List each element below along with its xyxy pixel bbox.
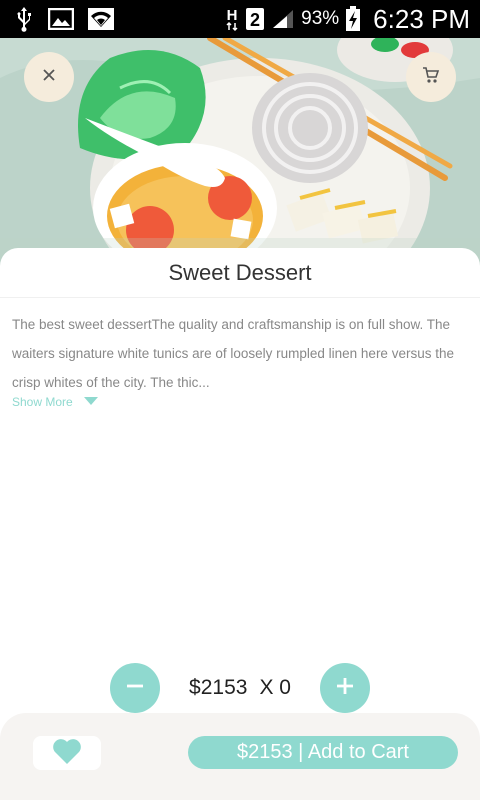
plus-icon: [336, 677, 354, 700]
network-h-icon: H: [225, 6, 239, 32]
show-more-label: Show More: [12, 395, 73, 409]
close-icon: [42, 68, 56, 87]
increase-quantity-button[interactable]: [320, 663, 370, 713]
image-icon: [48, 8, 74, 30]
add-to-cart-button[interactable]: $2153 | Add to Cart: [188, 736, 458, 769]
signal-icon: [271, 8, 295, 30]
status-left-icons: [14, 6, 114, 32]
quantity-count: X 0: [259, 676, 291, 699]
sim-2-icon: 2: [245, 7, 265, 31]
product-title: Sweet Dessert: [0, 248, 480, 298]
price-quantity: $2153 X 0: [160, 663, 320, 713]
battery-percent: 93%: [301, 8, 340, 29]
show-more-button[interactable]: Show More: [12, 395, 99, 409]
cart-button[interactable]: [406, 52, 456, 102]
hero-image: [0, 38, 480, 268]
status-bar: H 2 93% 6:23 PM: [0, 0, 480, 38]
svg-text:H: H: [227, 7, 238, 24]
decrease-quantity-button[interactable]: [110, 663, 160, 713]
favorite-button[interactable]: [33, 736, 101, 770]
cart-icon: [422, 66, 440, 89]
product-description: The best sweet dessertThe quality and cr…: [12, 317, 454, 390]
heart-icon: [52, 737, 82, 770]
caret-down-icon: [83, 395, 99, 409]
close-button[interactable]: [24, 52, 74, 102]
unit-price: $2153: [189, 676, 248, 699]
bottom-bar: $2153 | Add to Cart: [0, 713, 480, 800]
svg-text:2: 2: [250, 10, 260, 30]
usb-icon: [14, 6, 34, 32]
status-right-icons: H 2 93% 6:23 PM: [225, 4, 470, 35]
product-details: Sweet Dessert The best sweet dessertThe …: [0, 248, 480, 718]
status-time: 6:23 PM: [373, 3, 470, 34]
minus-icon: [126, 677, 144, 700]
battery-charging-icon: [345, 6, 361, 32]
wifi-icon: [88, 8, 114, 30]
quantity-stepper: $2153 X 0: [0, 663, 480, 713]
